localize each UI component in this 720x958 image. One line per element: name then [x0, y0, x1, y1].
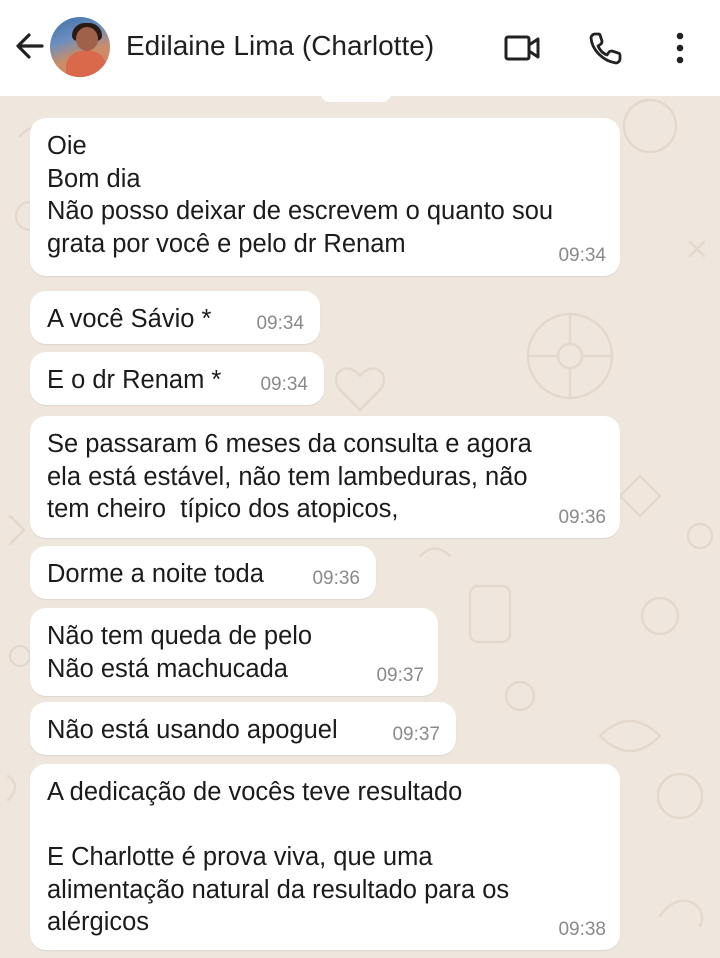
arrow-left-icon [16, 33, 44, 59]
message-bubble[interactable]: E o dr Renam * 09:34 [30, 352, 324, 405]
message-time: 09:37 [392, 724, 440, 745]
message-text: Não está usando apoguel [47, 716, 338, 744]
back-button[interactable] [12, 28, 48, 64]
message-time: 09:38 [558, 919, 606, 940]
message-bubble[interactable]: A você Sávio * 09:34 [30, 291, 320, 344]
message-time: 09:34 [260, 374, 308, 395]
message-list[interactable]: Oie Bom dia Não posso deixar de escrevem… [0, 96, 720, 958]
message-time: 09:34 [558, 245, 606, 266]
more-vertical-icon [676, 32, 684, 64]
contact-name[interactable]: Edilaine Lima (Charlotte) [126, 28, 434, 64]
message-time: 09:34 [256, 313, 304, 334]
message-text: Oie Bom dia Não posso deixar de escrevem… [47, 132, 554, 258]
message-text: Se passaram 6 meses da consulta e agora … [47, 430, 532, 523]
video-call-button[interactable] [502, 28, 542, 68]
message-text: A dedicação de vocês teve resultado E Ch… [47, 778, 510, 936]
message-bubble[interactable]: Dorme a noite toda 09:36 [30, 546, 376, 599]
message-bubble[interactable]: A dedicação de vocês teve resultado E Ch… [30, 764, 620, 950]
message-bubble[interactable]: Se passaram 6 meses da consulta e agora … [30, 416, 620, 538]
message-time: 09:37 [376, 665, 424, 686]
message-bubble[interactable]: Não está usando apoguel 09:37 [30, 702, 456, 755]
message-bubble[interactable]: Oie Bom dia Não posso deixar de escrevem… [30, 118, 620, 276]
voice-call-button[interactable] [586, 28, 626, 68]
avatar[interactable] [50, 17, 110, 77]
date-pill [320, 96, 392, 102]
menu-button[interactable] [660, 28, 700, 68]
chat-header: Edilaine Lima (Charlotte) [0, 0, 720, 96]
video-camera-icon [504, 35, 540, 61]
message-text: Não tem queda de pelo Não está machucada [47, 622, 313, 683]
message-time: 09:36 [312, 568, 360, 589]
message-text: Dorme a noite toda [47, 560, 264, 588]
message-bubble[interactable]: Não tem queda de pelo Não está machucada… [30, 608, 438, 696]
message-time: 09:36 [558, 507, 606, 528]
phone-icon [589, 32, 622, 65]
